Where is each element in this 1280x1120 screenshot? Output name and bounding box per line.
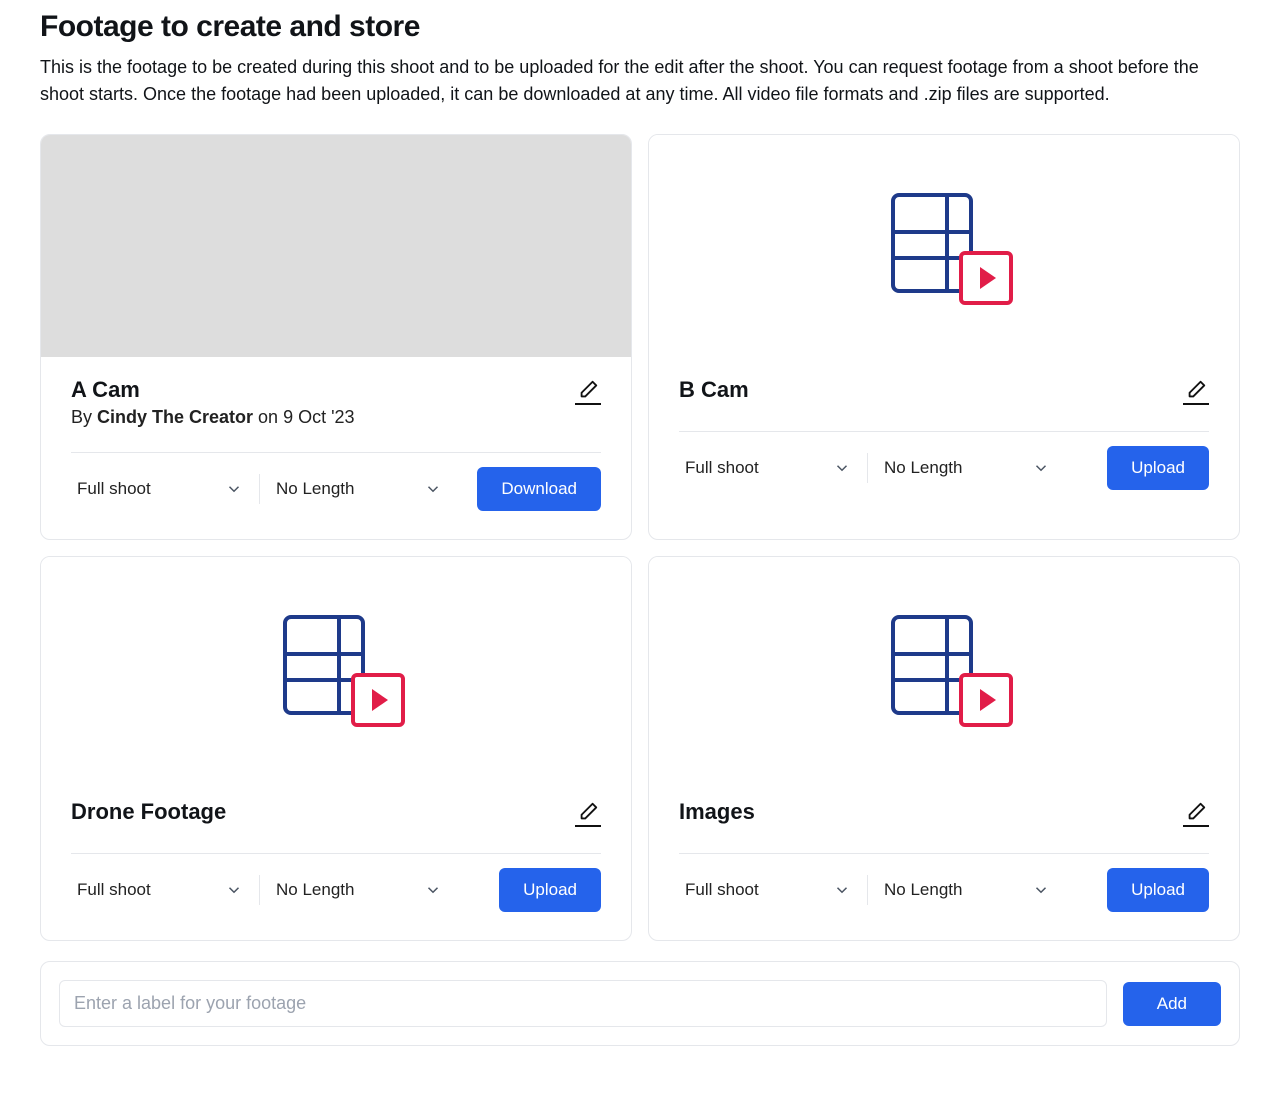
footage-card: Drone Footage Full shoot No L bbox=[40, 556, 632, 941]
add-footage-form: Add bbox=[40, 961, 1240, 1046]
length-select[interactable]: No Length bbox=[878, 450, 1056, 486]
footage-title: A Cam bbox=[71, 377, 355, 403]
film-play-icon bbox=[891, 193, 997, 299]
footage-thumbnail-placeholder bbox=[649, 135, 1239, 357]
type-select[interactable]: Full shoot bbox=[679, 872, 857, 908]
footage-card: B Cam Full shoot No Length bbox=[648, 134, 1240, 540]
footage-byline: By Cindy The Creator on 9 Oct '23 bbox=[71, 407, 355, 428]
edit-button[interactable] bbox=[575, 799, 601, 827]
download-button[interactable]: Download bbox=[477, 467, 601, 511]
film-play-icon bbox=[891, 615, 997, 721]
length-select[interactable]: No Length bbox=[878, 872, 1056, 908]
chevron-down-icon bbox=[1032, 459, 1050, 477]
upload-button[interactable]: Upload bbox=[499, 868, 601, 912]
pencil-icon bbox=[577, 379, 599, 401]
chevron-down-icon bbox=[833, 881, 851, 899]
page-title: Footage to create and store bbox=[40, 10, 1240, 44]
footage-thumbnail[interactable] bbox=[41, 135, 631, 357]
footage-thumbnail-placeholder bbox=[649, 557, 1239, 779]
footage-card: Images Full shoot No Length bbox=[648, 556, 1240, 941]
footage-grid: A Cam By Cindy The Creator on 9 Oct '23 bbox=[40, 134, 1240, 941]
chevron-down-icon bbox=[1032, 881, 1050, 899]
footage-card: A Cam By Cindy The Creator on 9 Oct '23 bbox=[40, 134, 632, 540]
add-button[interactable]: Add bbox=[1123, 982, 1221, 1026]
footage-label-input[interactable] bbox=[59, 980, 1107, 1027]
film-play-icon bbox=[283, 615, 389, 721]
edit-button[interactable] bbox=[1183, 377, 1209, 405]
chevron-down-icon bbox=[833, 459, 851, 477]
type-select[interactable]: Full shoot bbox=[71, 872, 249, 908]
page-description: This is the footage to be created during… bbox=[40, 54, 1240, 108]
pencil-icon bbox=[1185, 801, 1207, 823]
length-select[interactable]: No Length bbox=[270, 471, 448, 507]
upload-button[interactable]: Upload bbox=[1107, 868, 1209, 912]
pencil-icon bbox=[1185, 379, 1207, 401]
chevron-down-icon bbox=[225, 881, 243, 899]
edit-button[interactable] bbox=[1183, 799, 1209, 827]
chevron-down-icon bbox=[424, 881, 442, 899]
length-select[interactable]: No Length bbox=[270, 872, 448, 908]
type-select[interactable]: Full shoot bbox=[679, 450, 857, 486]
footage-thumbnail-placeholder bbox=[41, 557, 631, 779]
pencil-icon bbox=[577, 801, 599, 823]
footage-title: Images bbox=[679, 799, 755, 825]
footage-title: B Cam bbox=[679, 377, 749, 403]
chevron-down-icon bbox=[225, 480, 243, 498]
footage-title: Drone Footage bbox=[71, 799, 226, 825]
chevron-down-icon bbox=[424, 480, 442, 498]
upload-button[interactable]: Upload bbox=[1107, 446, 1209, 490]
type-select[interactable]: Full shoot bbox=[71, 471, 249, 507]
edit-button[interactable] bbox=[575, 377, 601, 405]
